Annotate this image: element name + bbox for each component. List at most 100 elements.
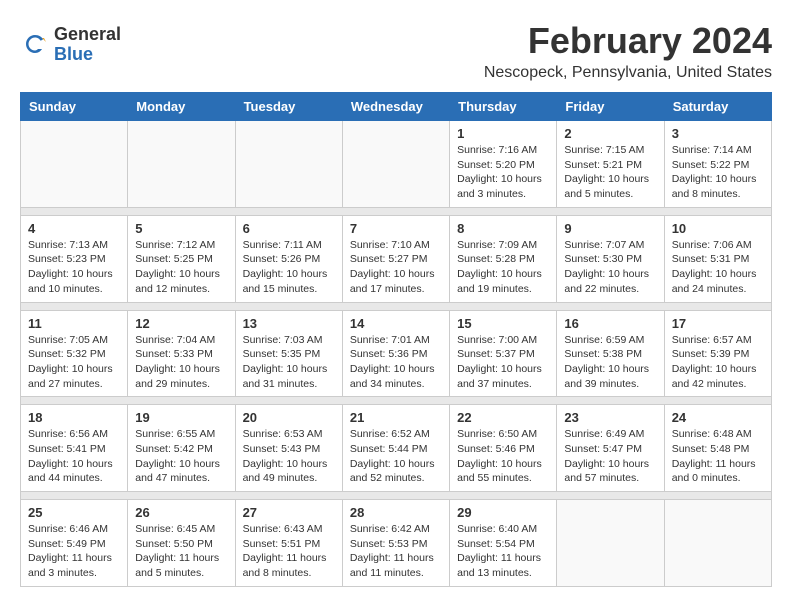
calendar-day-cell: 22Sunrise: 6:50 AM Sunset: 5:46 PM Dayli…: [450, 405, 557, 492]
day-number: 15: [457, 316, 549, 331]
day-info: Sunrise: 6:49 AM Sunset: 5:47 PM Dayligh…: [564, 427, 656, 486]
day-info: Sunrise: 7:06 AM Sunset: 5:31 PM Dayligh…: [672, 238, 764, 297]
month-year-title: February 2024: [484, 20, 772, 62]
day-number: 13: [243, 316, 335, 331]
calendar-day-cell: 24 Sunrise: 6:48 AM Sunset: 5:48 PM Dayli…: [664, 405, 771, 492]
page-header: General Blue February 2024 Nescopeck, Pe…: [20, 20, 772, 82]
calendar-day-cell: 8 Sunrise: 7:09 AM Sunset: 5:28 PM Daylig…: [450, 215, 557, 302]
calendar-day-cell: 1 Sunrise: 7:16 AM Sunset: 5:20 PM Daylig…: [450, 121, 557, 208]
day-number: 5: [135, 221, 227, 236]
day-info: Sunrise: 6:43 AM Sunset: 5:51 PM Dayligh…: [243, 522, 335, 581]
day-info: Sunrise: 6:45 AM Sunset: 5:50 PM Dayligh…: [135, 522, 227, 581]
calendar-day-cell: [235, 121, 342, 208]
week-spacer-row: [21, 492, 772, 500]
day-info: Sunrise: 7:04 AM Sunset: 5:33 PM Dayligh…: [135, 333, 227, 392]
week-spacer-row: [21, 207, 772, 215]
logo-general: General: [54, 25, 121, 45]
calendar-day-cell: 13 Sunrise: 7:03 AM Sunset: 5:35 PM Dayli…: [235, 310, 342, 397]
calendar-day-cell: 11 Sunrise: 7:05 AM Sunset: 5:32 PM Dayli…: [21, 310, 128, 397]
day-number: 26: [135, 505, 227, 520]
day-number: 17: [672, 316, 764, 331]
day-info: Sunrise: 6:52 AM Sunset: 5:44 PM Dayligh…: [350, 427, 442, 486]
calendar-day-cell: [342, 121, 449, 208]
calendar-week-row: 11 Sunrise: 7:05 AM Sunset: 5:32 PM Dayli…: [21, 310, 772, 397]
calendar-day-cell: 14 Sunrise: 7:01 AM Sunset: 5:36 PM Dayli…: [342, 310, 449, 397]
day-number: 29: [457, 505, 549, 520]
week-spacer-row: [21, 397, 772, 405]
calendar-day-cell: 21Sunrise: 6:52 AM Sunset: 5:44 PM Dayli…: [342, 405, 449, 492]
day-info: Sunrise: 7:07 AM Sunset: 5:30 PM Dayligh…: [564, 238, 656, 297]
day-number: 11: [28, 316, 120, 331]
logo-icon: [20, 30, 50, 60]
calendar-header-cell: Saturday: [664, 93, 771, 121]
day-info: Sunrise: 6:48 AM Sunset: 5:48 PM Dayligh…: [672, 427, 764, 486]
day-number: 1: [457, 126, 549, 141]
calendar-day-cell: 28 Sunrise: 6:42 AM Sunset: 5:53 PM Dayli…: [342, 500, 449, 587]
calendar-week-row: 4Sunrise: 7:13 AM Sunset: 5:23 PM Daylig…: [21, 215, 772, 302]
calendar-header-cell: Thursday: [450, 93, 557, 121]
logo: General Blue: [20, 25, 121, 65]
day-number: 14: [350, 316, 442, 331]
day-info: Sunrise: 6:59 AM Sunset: 5:38 PM Dayligh…: [564, 333, 656, 392]
day-number: 28: [350, 505, 442, 520]
location-subtitle: Nescopeck, Pennsylvania, United States: [484, 64, 772, 82]
calendar-day-cell: 10 Sunrise: 7:06 AM Sunset: 5:31 PM Dayli…: [664, 215, 771, 302]
calendar-day-cell: 25Sunrise: 6:46 AM Sunset: 5:49 PM Dayli…: [21, 500, 128, 587]
day-number: 2: [564, 126, 656, 141]
calendar-day-cell: 7 Sunrise: 7:10 AM Sunset: 5:27 PM Daylig…: [342, 215, 449, 302]
calendar-day-cell: 15 Sunrise: 7:00 AM Sunset: 5:37 PM Dayli…: [450, 310, 557, 397]
calendar-day-cell: 2 Sunrise: 7:15 AM Sunset: 5:21 PM Daylig…: [557, 121, 664, 208]
day-info: Sunrise: 6:56 AM Sunset: 5:41 PM Dayligh…: [28, 427, 120, 486]
calendar-header-cell: Wednesday: [342, 93, 449, 121]
calendar-day-cell: 23 Sunrise: 6:49 AM Sunset: 5:47 PM Dayli…: [557, 405, 664, 492]
calendar-day-cell: 9 Sunrise: 7:07 AM Sunset: 5:30 PM Daylig…: [557, 215, 664, 302]
calendar-header-cell: Sunday: [21, 93, 128, 121]
day-number: 10: [672, 221, 764, 236]
day-number: 8: [457, 221, 549, 236]
day-info: Sunrise: 7:01 AM Sunset: 5:36 PM Dayligh…: [350, 333, 442, 392]
calendar-day-cell: [128, 121, 235, 208]
day-info: Sunrise: 7:11 AM Sunset: 5:26 PM Dayligh…: [243, 238, 335, 297]
calendar-day-cell: 17 Sunrise: 6:57 AM Sunset: 5:39 PM Dayli…: [664, 310, 771, 397]
day-info: Sunrise: 7:09 AM Sunset: 5:28 PM Dayligh…: [457, 238, 549, 297]
day-info: Sunrise: 7:16 AM Sunset: 5:20 PM Dayligh…: [457, 143, 549, 202]
day-number: 27: [243, 505, 335, 520]
day-number: 23: [564, 410, 656, 425]
calendar-day-cell: 27 Sunrise: 6:43 AM Sunset: 5:51 PM Dayli…: [235, 500, 342, 587]
day-number: 7: [350, 221, 442, 236]
day-info: Sunrise: 7:12 AM Sunset: 5:25 PM Dayligh…: [135, 238, 227, 297]
day-info: Sunrise: 6:42 AM Sunset: 5:53 PM Dayligh…: [350, 522, 442, 581]
calendar-day-cell: [21, 121, 128, 208]
logo-blue: Blue: [54, 45, 121, 65]
calendar-day-cell: 4Sunrise: 7:13 AM Sunset: 5:23 PM Daylig…: [21, 215, 128, 302]
calendar-header-cell: Monday: [128, 93, 235, 121]
calendar-day-cell: 19Sunrise: 6:55 AM Sunset: 5:42 PM Dayli…: [128, 405, 235, 492]
day-number: 16: [564, 316, 656, 331]
calendar-day-cell: 5 Sunrise: 7:12 AM Sunset: 5:25 PM Daylig…: [128, 215, 235, 302]
day-info: Sunrise: 6:50 AM Sunset: 5:46 PM Dayligh…: [457, 427, 549, 486]
day-info: Sunrise: 7:00 AM Sunset: 5:37 PM Dayligh…: [457, 333, 549, 392]
day-number: 18: [28, 410, 120, 425]
day-info: Sunrise: 6:57 AM Sunset: 5:39 PM Dayligh…: [672, 333, 764, 392]
calendar-day-cell: [664, 500, 771, 587]
calendar-day-cell: 26 Sunrise: 6:45 AM Sunset: 5:50 PM Dayli…: [128, 500, 235, 587]
day-number: 4: [28, 221, 120, 236]
calendar-day-cell: 20Sunrise: 6:53 AM Sunset: 5:43 PM Dayli…: [235, 405, 342, 492]
day-info: Sunrise: 7:03 AM Sunset: 5:35 PM Dayligh…: [243, 333, 335, 392]
day-number: 9: [564, 221, 656, 236]
calendar-day-cell: 16 Sunrise: 6:59 AM Sunset: 5:38 PM Dayli…: [557, 310, 664, 397]
calendar-header-row: SundayMondayTuesdayWednesdayThursdayFrid…: [21, 93, 772, 121]
day-number: 20: [243, 410, 335, 425]
calendar-day-cell: 6Sunrise: 7:11 AM Sunset: 5:26 PM Daylig…: [235, 215, 342, 302]
day-info: Sunrise: 7:10 AM Sunset: 5:27 PM Dayligh…: [350, 238, 442, 297]
calendar-table: SundayMondayTuesdayWednesdayThursdayFrid…: [20, 92, 772, 587]
day-number: 12: [135, 316, 227, 331]
day-number: 24: [672, 410, 764, 425]
calendar-day-cell: [557, 500, 664, 587]
day-info: Sunrise: 7:05 AM Sunset: 5:32 PM Dayligh…: [28, 333, 120, 392]
day-info: Sunrise: 6:55 AM Sunset: 5:42 PM Dayligh…: [135, 427, 227, 486]
calendar-week-row: 25Sunrise: 6:46 AM Sunset: 5:49 PM Dayli…: [21, 500, 772, 587]
title-section: February 2024 Nescopeck, Pennsylvania, U…: [484, 20, 772, 82]
day-info: Sunrise: 7:15 AM Sunset: 5:21 PM Dayligh…: [564, 143, 656, 202]
calendar-day-cell: 12 Sunrise: 7:04 AM Sunset: 5:33 PM Dayli…: [128, 310, 235, 397]
